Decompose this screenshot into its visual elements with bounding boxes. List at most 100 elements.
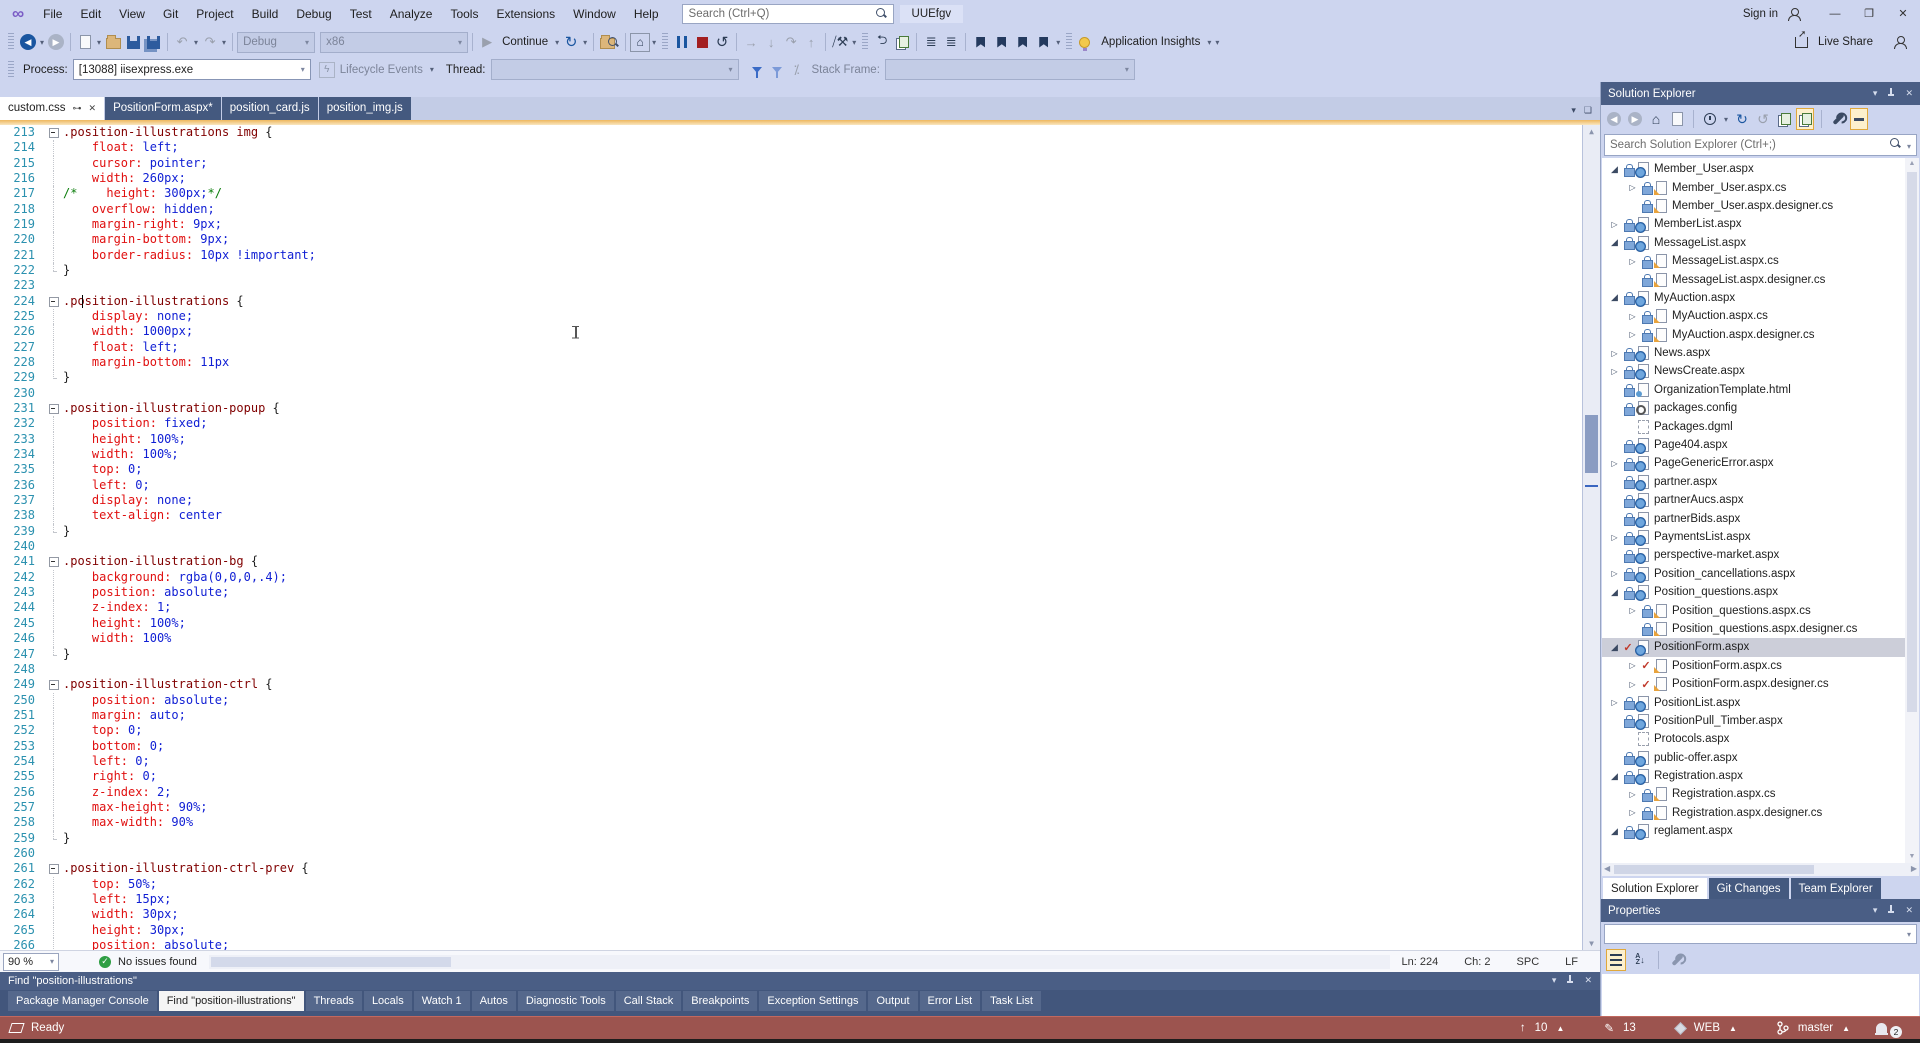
refresh-dropdown-icon[interactable]: ▾: [581, 38, 589, 47]
tree-item[interactable]: Packages.dgml: [1602, 417, 1919, 435]
process-dropdown[interactable]: [13088] iisexpress.exe ▾: [72, 59, 311, 80]
scrollbar-thumb[interactable]: [1614, 865, 1814, 874]
menu-item-window[interactable]: Window: [564, 3, 625, 25]
live-share-button[interactable]: Live Share: [1818, 36, 1873, 48]
filter-flagged-icon[interactable]: [767, 59, 787, 81]
tool-window-tab[interactable]: Breakpoints: [683, 990, 758, 1011]
pending-changes-filter-icon[interactable]: [1701, 108, 1719, 130]
bookmarks-dropdown-icon[interactable]: ▾: [1054, 38, 1062, 47]
tree-expander-icon[interactable]: ◢: [1608, 237, 1621, 248]
tree-item[interactable]: ▷ MessageList.aspx.cs: [1602, 252, 1919, 270]
user-icon[interactable]: [1788, 7, 1801, 21]
menu-item-edit[interactable]: Edit: [71, 3, 110, 25]
menu-item-view[interactable]: View: [110, 3, 154, 25]
tool-window-tab[interactable]: Package Manager Console: [8, 990, 157, 1011]
fold-collapse-icon[interactable]: [46, 677, 63, 692]
categorized-view-icon[interactable]: [1606, 949, 1626, 971]
stack-frame-dropdown[interactable]: ▾: [884, 59, 1135, 80]
menu-item-extensions[interactable]: Extensions: [487, 3, 564, 25]
filter-dropdown-icon[interactable]: ▾: [1722, 115, 1730, 124]
tree-item[interactable]: perspective-market.aspx: [1602, 546, 1919, 565]
float-window-icon[interactable]: ❏: [1584, 105, 1592, 116]
document-tab[interactable]: position_card.js: [221, 96, 318, 120]
filter-threads-icon[interactable]: [747, 59, 767, 81]
solution-explorer-header[interactable]: Solution Explorer ▾ ✕: [1601, 82, 1920, 105]
thread-dropdown[interactable]: ▾: [490, 59, 739, 80]
tree-item[interactable]: ▷ News.aspx: [1602, 344, 1919, 363]
menu-item-file[interactable]: File: [34, 3, 71, 25]
repository-caret-icon[interactable]: ▲: [1729, 1024, 1737, 1033]
save-all-button[interactable]: [143, 31, 163, 53]
branch-name[interactable]: master: [1798, 1022, 1833, 1034]
properties-wrench-icon[interactable]: [1829, 108, 1847, 130]
fold-collapse-icon[interactable]: [46, 554, 63, 569]
pin-icon[interactable]: [1887, 88, 1895, 96]
toolbar-grip[interactable]: [662, 33, 669, 51]
tree-item[interactable]: packages.config: [1602, 399, 1919, 417]
document-tab[interactable]: custom.css ⊶ ✕: [0, 96, 105, 120]
tree-expander-icon[interactable]: ▷: [1608, 349, 1621, 358]
fold-collapse-icon[interactable]: [46, 125, 63, 140]
tree-item[interactable]: ▷ Member_User.aspx.cs: [1602, 178, 1919, 196]
tree-item[interactable]: ▷ PageGenericError.aspx: [1602, 454, 1919, 473]
tree-item[interactable]: ▷ PositionList.aspx: [1602, 693, 1919, 712]
toolbar-grip[interactable]: [8, 33, 14, 51]
step-out-icon[interactable]: ↑: [801, 31, 821, 53]
sign-in-button[interactable]: Sign in: [1743, 8, 1778, 20]
toggle-bookmark-icon[interactable]: [970, 31, 991, 53]
tree-item[interactable]: ▷ MyAuction.aspx.cs: [1602, 307, 1919, 325]
close-icon[interactable]: ✕: [1905, 905, 1913, 916]
tree-expander-icon[interactable]: ▷: [1626, 790, 1639, 799]
sync-with-active-document-icon[interactable]: [1668, 108, 1686, 130]
tree-expander-icon[interactable]: ▷: [1626, 680, 1639, 689]
eol-indicator[interactable]: LF: [1565, 956, 1578, 968]
show-all-files-icon[interactable]: [1775, 108, 1793, 130]
redo-dropdown-icon[interactable]: ▾: [220, 38, 228, 47]
continue-button[interactable]: Continue: [502, 36, 548, 48]
tree-item[interactable]: ◢ Position_questions.aspx: [1602, 583, 1919, 602]
tool-window-tab[interactable]: Call Stack: [615, 990, 682, 1011]
pending-edits-count[interactable]: 13: [1623, 1022, 1636, 1034]
play-icon[interactable]: ▶: [477, 31, 497, 53]
preview-selected-items-icon[interactable]: [1796, 108, 1815, 130]
tree-item[interactable]: Member_User.aspx.designer.cs: [1602, 197, 1919, 215]
forward-icon[interactable]: ▶: [1626, 108, 1644, 130]
alphabetical-sort-icon[interactable]: A Z ↓: [1630, 949, 1650, 971]
scrollbar-thumb[interactable]: [1585, 414, 1598, 473]
document-tab[interactable]: PositionForm.aspx*: [105, 96, 221, 120]
tree-item[interactable]: ◢ MyAuction.aspx: [1602, 289, 1919, 307]
tool-window-tab[interactable]: Diagnostic Tools: [517, 990, 614, 1011]
restart-button[interactable]: ↺: [712, 31, 732, 53]
branch-caret-icon[interactable]: ▲: [1842, 1024, 1850, 1033]
properties-object-dropdown[interactable]: ▾: [1601, 922, 1920, 946]
window-position-icon[interactable]: ▾: [1873, 905, 1878, 916]
tree-expander-icon[interactable]: ▷: [1608, 459, 1621, 468]
tool-window-tab[interactable]: Output: [868, 990, 918, 1011]
tree-item[interactable]: public-offer.aspx: [1602, 749, 1919, 767]
menu-item-debug[interactable]: Debug: [287, 3, 340, 25]
browse-dropdown-icon[interactable]: ▾: [650, 38, 658, 47]
tool-window-tab[interactable]: Error List: [919, 990, 981, 1011]
panel-tab[interactable]: Team Explorer: [1790, 878, 1881, 899]
tree-expander-icon[interactable]: ◢: [1608, 292, 1621, 303]
lifecycle-dropdown-icon[interactable]: ▾: [428, 65, 436, 74]
undo-dropdown-icon[interactable]: ▾: [192, 38, 200, 47]
tree-expander-icon[interactable]: ▷: [1608, 220, 1621, 229]
save-button[interactable]: [123, 31, 143, 53]
browse-home-button[interactable]: ⌂: [630, 32, 651, 52]
tree-expander-icon[interactable]: ▷: [1626, 183, 1639, 192]
tree-item[interactable]: ▷ Registration.aspx.cs: [1602, 785, 1919, 803]
tree-expander-icon[interactable]: ◢: [1608, 642, 1621, 653]
tree-item[interactable]: ◢ Registration.aspx: [1602, 767, 1919, 786]
collapse-all-icon[interactable]: ↺: [1754, 108, 1772, 130]
tree-item[interactable]: partner.aspx: [1602, 473, 1919, 491]
solution-configuration-dropdown[interactable]: Debug ▾: [237, 31, 316, 53]
menu-item-analyze[interactable]: Analyze: [381, 3, 442, 25]
menu-item-project[interactable]: Project: [187, 3, 242, 25]
refresh-button[interactable]: ↻: [561, 31, 581, 53]
break-all-button[interactable]: [672, 31, 692, 53]
toolbar-grip[interactable]: [1066, 33, 1073, 51]
fold-collapse-icon[interactable]: [46, 861, 63, 876]
tool-window-tab[interactable]: Locals: [363, 990, 412, 1011]
tree-item[interactable]: Page404.aspx: [1602, 436, 1919, 455]
